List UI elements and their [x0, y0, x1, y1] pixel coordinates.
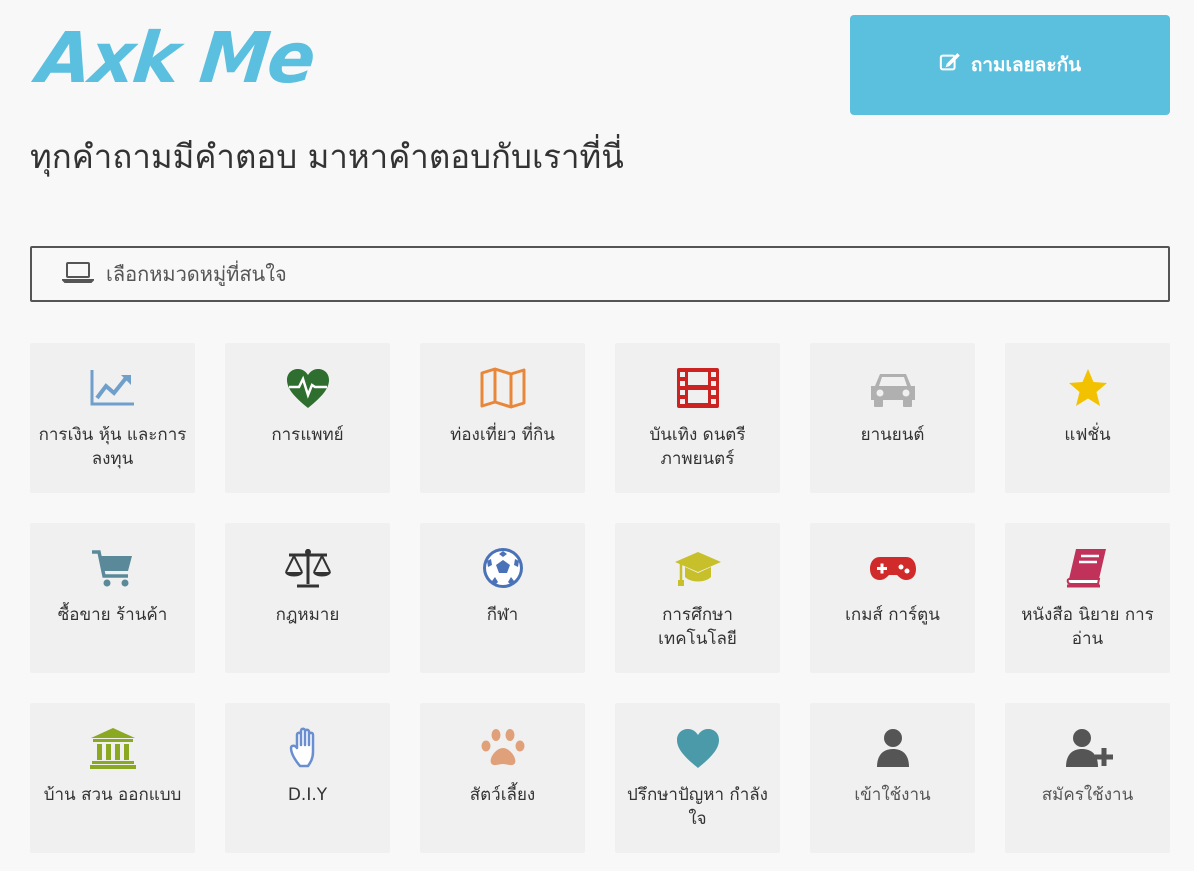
category-select[interactable]: เลือกหมวดหมู่ที่สนใจ — [30, 246, 1170, 302]
user-icon — [810, 725, 975, 771]
category-label: ซื้อขาย ร้านค้า — [57, 605, 168, 625]
category-label: ยานยนต์ — [860, 425, 925, 445]
paw-icon — [420, 725, 585, 771]
heart-icon — [615, 725, 780, 771]
category-tile-fashion[interactable]: แฟชั่น — [1005, 343, 1170, 493]
register-tile[interactable]: สมัครใช้งาน — [1005, 703, 1170, 853]
category-label: การเงิน หุ้น และการลงทุน — [38, 425, 187, 469]
category-label: ปรึกษาปัญหา กำลังใจ — [627, 785, 768, 829]
category-label: บันเทิง ดนตรี ภาพยนตร์ — [649, 425, 746, 469]
category-tile-medical[interactable]: การแพทย์ — [225, 343, 390, 493]
ask-question-button[interactable]: ถามเลยละกัน — [850, 15, 1170, 115]
car-icon — [810, 365, 975, 411]
category-tile-finance[interactable]: การเงิน หุ้น และการลงทุน — [30, 343, 195, 493]
category-tile-education[interactable]: การศึกษา เทคโนโลยี — [615, 523, 780, 673]
category-select-placeholder: เลือกหมวดหมู่ที่สนใจ — [106, 262, 287, 286]
category-label: การแพทย์ — [271, 425, 344, 445]
category-tile-books[interactable]: หนังสือ นิยาย การอ่าน — [1005, 523, 1170, 673]
edit-icon — [939, 51, 961, 79]
category-tile-sports[interactable]: กีฬา — [420, 523, 585, 673]
category-tile-shopping[interactable]: ซื้อขาย ร้านค้า — [30, 523, 195, 673]
category-tile-entertainment[interactable]: บันเทิง ดนตรี ภาพยนตร์ — [615, 343, 780, 493]
category-tile-travel[interactable]: ท่องเที่ยว ที่กิน — [420, 343, 585, 493]
category-tile-automotive[interactable]: ยานยนต์ — [810, 343, 975, 493]
map-icon — [420, 365, 585, 411]
star-icon — [1005, 365, 1170, 411]
laptop-icon — [60, 260, 96, 289]
register-label: สมัครใช้งาน — [1041, 785, 1134, 805]
category-tile-home[interactable]: บ้าน สวน ออกแบบ — [30, 703, 195, 853]
page-tagline: ทุกคำถามมีคำตอบ มาหาคำตอบกับเราที่นี่ — [30, 137, 624, 176]
category-tile-pets[interactable]: สัตว์เลี้ยง — [420, 703, 585, 853]
category-label: แฟชั่น — [1064, 425, 1111, 445]
ask-question-label: ถามเลยละกัน — [970, 55, 1082, 76]
balance-scale-icon — [225, 545, 390, 591]
category-label: ท่องเที่ยว ที่กิน — [450, 425, 555, 445]
film-icon — [615, 365, 780, 411]
book-icon — [1005, 545, 1170, 591]
chart-line-icon — [30, 365, 195, 411]
category-tile-law[interactable]: กฎหมาย — [225, 523, 390, 673]
category-label: กฎหมาย — [275, 605, 340, 625]
category-tile-counseling[interactable]: ปรึกษาปัญหา กำลังใจ — [615, 703, 780, 853]
hand-icon — [225, 725, 390, 771]
category-label: การศึกษา เทคโนโลยี — [658, 605, 737, 649]
category-label: เกมส์ การ์ตูน — [845, 605, 940, 625]
category-tile-games[interactable]: เกมส์ การ์ตูน — [810, 523, 975, 673]
gamepad-icon — [810, 545, 975, 591]
user-plus-icon — [1005, 725, 1170, 771]
category-label: กีฬา — [486, 605, 519, 625]
graduation-cap-icon — [615, 545, 780, 591]
category-tile-diy[interactable]: D.I.Y — [225, 703, 390, 853]
logo[interactable]: Axk Me — [33, 10, 318, 106]
soccer-ball-icon — [420, 545, 585, 591]
shopping-cart-icon — [30, 545, 195, 591]
category-label: D.I.Y — [287, 785, 328, 805]
category-label: หนังสือ นิยาย การอ่าน — [1021, 605, 1154, 649]
category-label: บ้าน สวน ออกแบบ — [43, 785, 182, 805]
bank-icon — [30, 725, 195, 771]
heartbeat-icon — [225, 365, 390, 411]
login-label: เข้าใช้งาน — [854, 785, 931, 805]
category-label: สัตว์เลี้ยง — [469, 785, 536, 805]
login-tile[interactable]: เข้าใช้งาน — [810, 703, 975, 853]
